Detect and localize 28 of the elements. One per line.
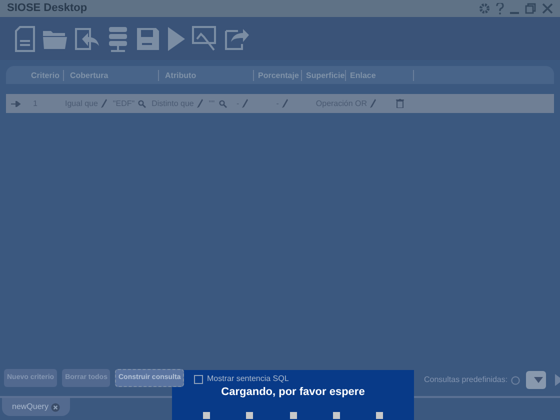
pencil-icon[interactable] [370,99,376,108]
export-icon[interactable] [224,26,250,50]
search-icon[interactable] [218,100,227,108]
close-icon[interactable] [542,3,553,14]
checkbox-label: Mostrar sentencia SQL [207,373,289,385]
search-icon[interactable] [138,100,146,108]
predefined-queries-label: Consultas predefinidas: [424,374,508,386]
loading-message: Cargando, por favor espere [221,385,365,400]
dropdown[interactable] [526,371,546,389]
document-icon[interactable] [14,26,36,52]
tab[interactable]: newQuery [2,398,70,416]
play-icon[interactable] [166,26,186,52]
database-icon[interactable] [106,26,130,52]
table-cell: - [276,98,279,110]
pencil-icon[interactable] [282,99,288,108]
arrow-icon [11,100,21,106]
close-icon[interactable] [51,402,60,412]
save-icon[interactable] [136,26,160,50]
restore-icon[interactable] [525,3,536,14]
pencil-icon[interactable] [242,99,248,108]
caret-icon [534,377,543,383]
pencil-icon[interactable] [196,99,203,108]
import-icon[interactable] [74,26,100,50]
trash-icon[interactable] [396,99,404,108]
table-cell: - [236,98,240,110]
table-cell: "" [208,98,215,110]
pencil-icon[interactable] [100,99,107,108]
window-title: SIOSE Desktop [7,1,88,16]
